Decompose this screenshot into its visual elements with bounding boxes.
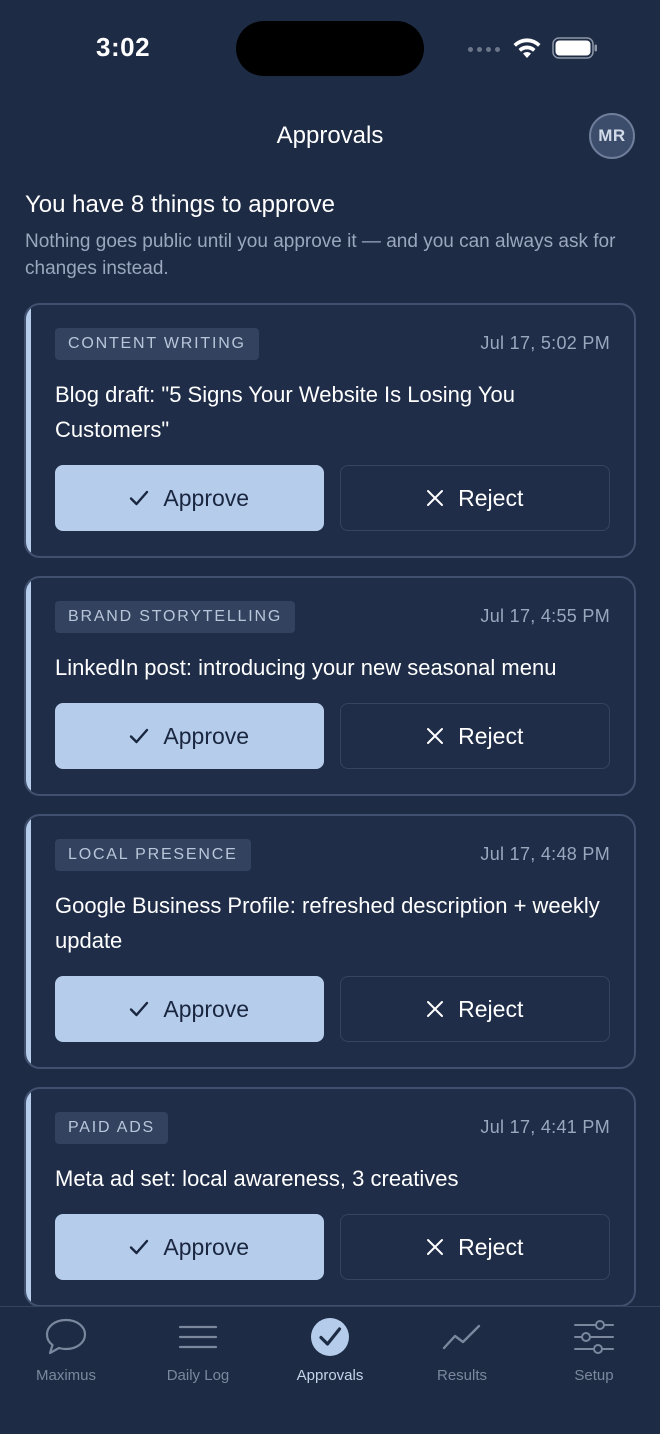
card-actions: Approve Reject [55,465,610,531]
card-timestamp: Jul 17, 5:02 PM [480,333,610,353]
category-chip: PAID ADS [55,1112,169,1144]
check-icon [130,1001,149,1017]
card-timestamp: Jul 17, 4:55 PM [480,606,610,626]
card-title: Meta ad set: local awareness, 3 creative… [55,1166,459,1191]
app-header: Approvals MR [0,110,660,166]
avatar[interactable]: MR [589,113,635,159]
reject-label: Reject [458,995,524,1022]
close-icon [427,1001,444,1017]
wifi-icon [513,38,541,58]
reject-button[interactable]: Reject [339,976,610,1042]
tab-label: Results [436,1367,488,1384]
intro-section: You have 8 things to approve Nothing goe… [25,190,635,282]
reject-button[interactable]: Reject [339,1214,610,1280]
approve-label: Approve [163,995,250,1022]
close-icon [427,728,444,744]
sliders-icon [573,1315,615,1359]
approvals-subtext: Nothing goes public until you approve it… [25,231,616,279]
approval-card: BRAND STORYTELLING Jul 17, 4:55 PM Linke… [24,576,636,796]
card-timestamp: Jul 17, 4:48 PM [480,844,610,864]
tab-label: Approvals [296,1367,364,1384]
status-time: 3:02 [96,32,151,62]
tab-bar: Maximus Daily Log Approvals Results Setu… [0,1306,660,1434]
approval-card: CONTENT WRITING Jul 17, 5:02 PM Blog dra… [24,303,636,558]
status-bar: 3:02 [0,0,660,96]
reject-label: Reject [458,722,524,749]
battery-icon [552,37,597,59]
approve-label: Approve [163,484,250,511]
card-title: Blog draft: "5 Signs Your Website Is Los… [55,382,515,442]
approve-button[interactable]: Approve [55,1214,324,1280]
card-actions: Approve Reject [55,1214,610,1280]
card-title: Google Business Profile: refreshed descr… [55,893,600,953]
check-icon [130,490,149,506]
reject-label: Reject [458,1233,524,1260]
check-icon [130,1239,149,1255]
tab-label: Setup [574,1367,614,1384]
check-icon [130,728,149,744]
list-lines-icon [178,1315,218,1359]
close-icon [427,1239,444,1255]
reject-label: Reject [458,484,524,511]
tab-setup[interactable]: Setup [528,1307,660,1397]
trend-line-icon [442,1315,482,1359]
tab-maximus[interactable]: Maximus [0,1307,132,1397]
approve-button[interactable]: Approve [55,465,324,531]
category-chip: BRAND STORYTELLING [55,601,296,633]
reject-button[interactable]: Reject [339,465,610,531]
page-title: Approvals [276,122,384,149]
category-chip: CONTENT WRITING [55,328,259,360]
approve-label: Approve [163,1233,250,1260]
close-icon [427,490,444,506]
card-actions: Approve Reject [55,976,610,1042]
tab-daily-log[interactable]: Daily Log [132,1307,264,1397]
cellular-signal-icon [468,47,500,52]
dynamic-island [236,21,424,76]
check-circle-icon [310,1315,350,1359]
approval-list[interactable]: CONTENT WRITING Jul 17, 5:02 PM Blog dra… [24,303,636,1307]
approve-label: Approve [163,722,250,749]
tab-label: Daily Log [166,1367,230,1384]
tab-approvals[interactable]: Approvals [264,1307,396,1397]
category-chip: LOCAL PRESENCE [55,839,251,871]
approval-card: LOCAL PRESENCE Jul 17, 4:48 PM Google Bu… [24,814,636,1069]
approve-button[interactable]: Approve [55,976,324,1042]
approval-card: PAID ADS Jul 17, 4:41 PM Meta ad set: lo… [24,1087,636,1307]
card-actions: Approve Reject [55,703,610,769]
tab-results[interactable]: Results [396,1307,528,1397]
tab-label: Maximus [35,1367,96,1384]
card-title: LinkedIn post: introducing your new seas… [55,655,557,680]
approve-button[interactable]: Approve [55,703,324,769]
card-timestamp: Jul 17, 4:41 PM [480,1117,610,1137]
reject-button[interactable]: Reject [339,703,610,769]
chat-bubble-icon [43,1315,89,1359]
approvals-count-heading: You have 8 things to approve [25,191,336,218]
